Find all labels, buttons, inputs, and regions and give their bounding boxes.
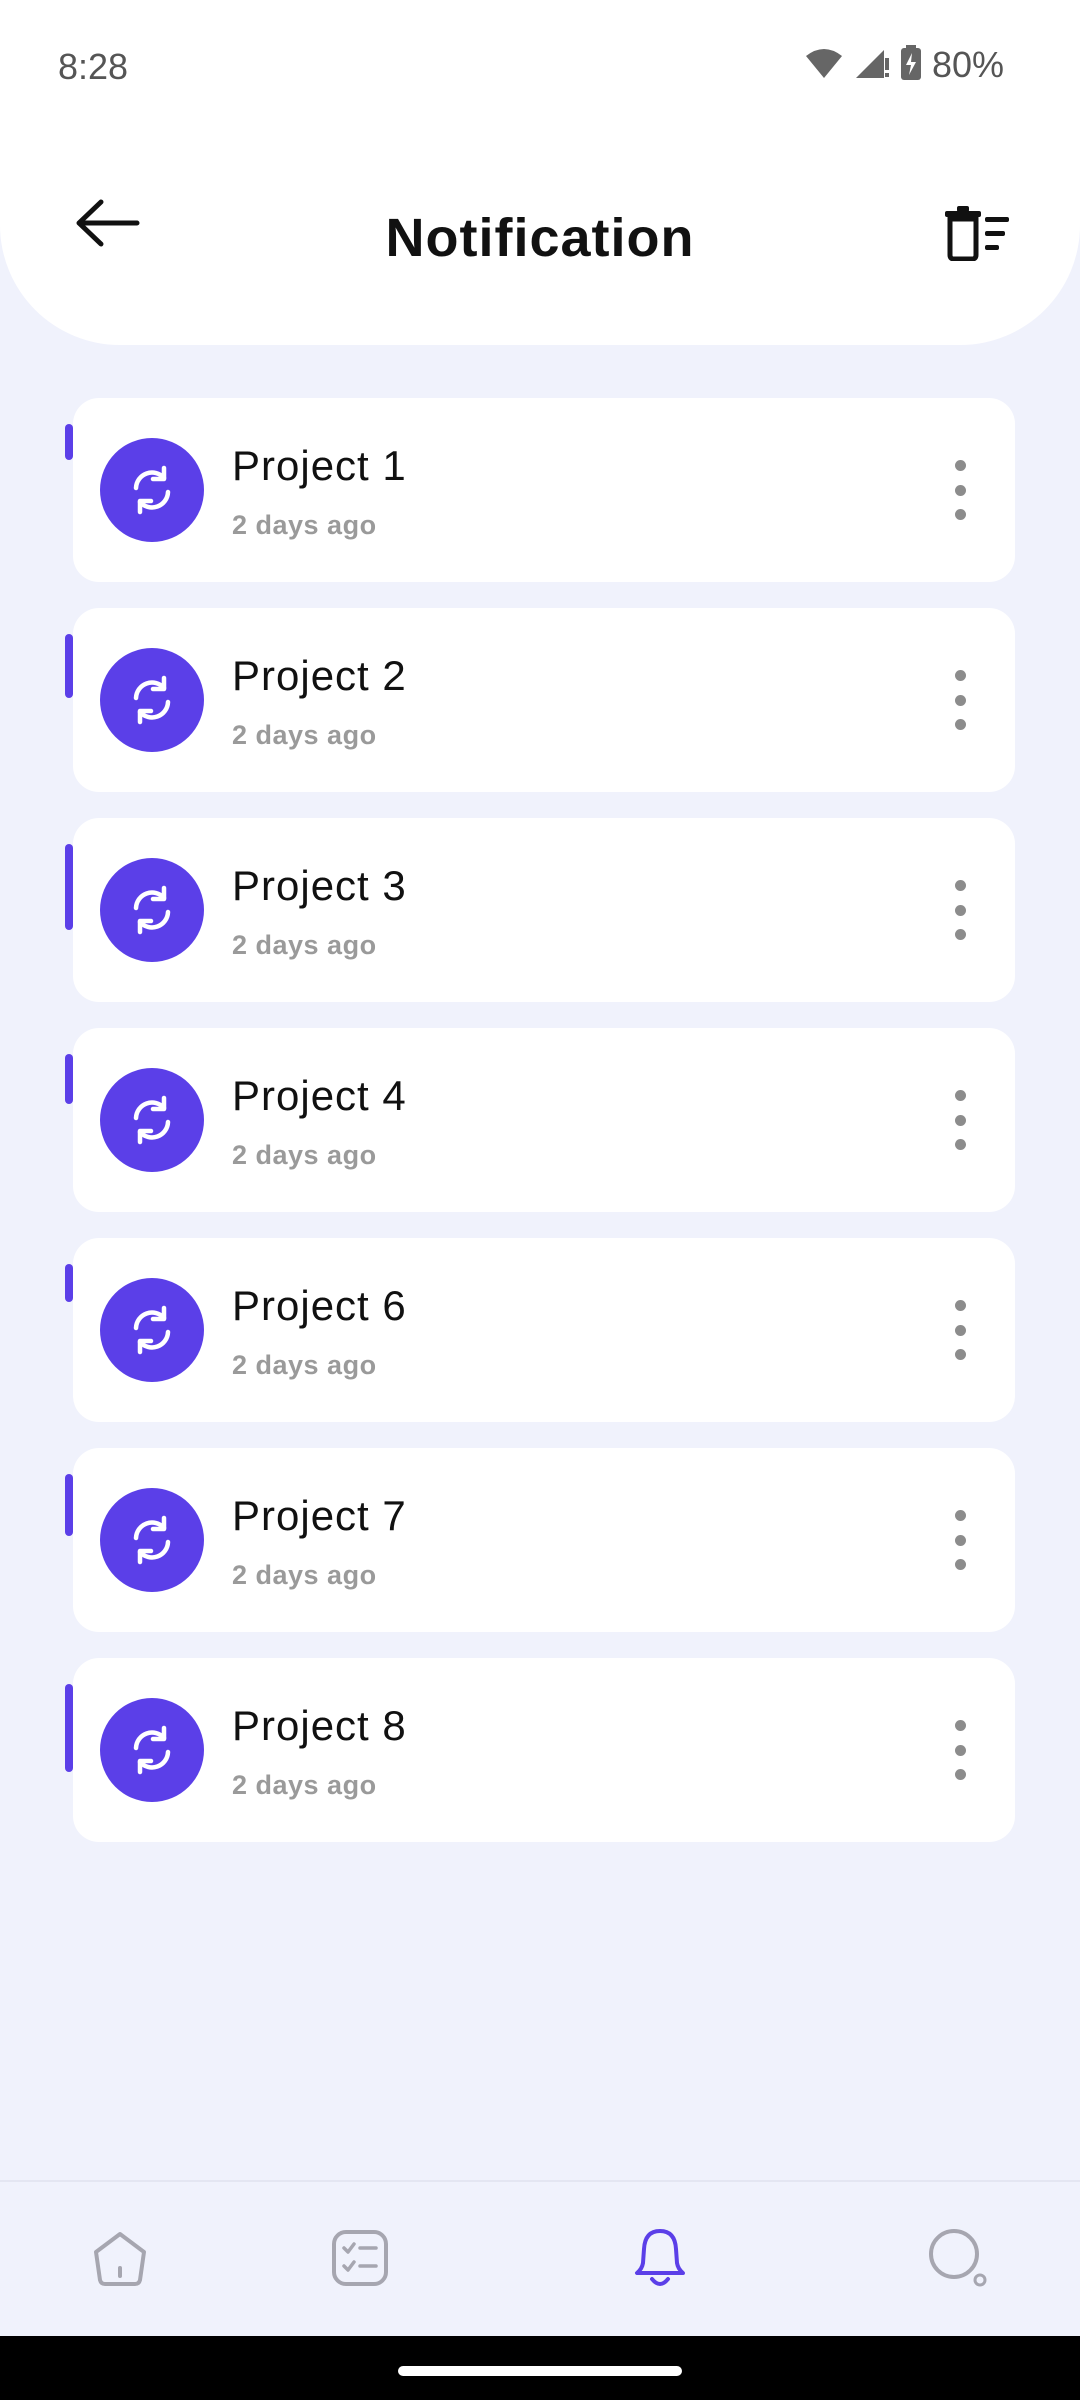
notification-title: Project 7 (232, 1492, 407, 1539)
bell-icon (633, 2227, 687, 2294)
notification-time: 2 days ago (232, 1560, 377, 1590)
app-header: Notification (0, 135, 1080, 345)
more-options-button[interactable] (945, 1720, 975, 1780)
notification-row: Project 1 2 days ago (0, 398, 1080, 608)
notification-time: 2 days ago (232, 720, 377, 750)
more-vert-dot (954, 1300, 966, 1311)
notification-row: Project 8 2 days ago (0, 1658, 1080, 1868)
unread-indicator (65, 1054, 73, 1104)
more-vert-dot (954, 929, 966, 940)
notification-title: Project 4 (232, 1072, 407, 1119)
unread-indicator (65, 1684, 73, 1772)
unread-indicator (65, 1474, 73, 1536)
nav-notifications[interactable] (620, 2222, 700, 2298)
notification-card[interactable]: Project 4 2 days ago (73, 1028, 1015, 1212)
sync-icon (100, 1488, 204, 1592)
more-vert-dot (954, 1559, 966, 1570)
status-icons: 80% (804, 44, 1004, 86)
more-vert-dot (954, 694, 966, 706)
sync-icon (100, 438, 204, 542)
sync-icon (100, 858, 204, 962)
more-options-button[interactable] (945, 670, 975, 730)
notification-time: 2 days ago (232, 930, 377, 960)
more-vert-dot (954, 670, 966, 681)
notification-time: 2 days ago (232, 1140, 377, 1170)
unread-indicator (65, 1264, 73, 1302)
notification-time: 2 days ago (232, 510, 377, 540)
sync-icon (100, 1698, 204, 1802)
more-vert-dot (954, 1090, 966, 1101)
notification-title: Project 1 (232, 442, 407, 489)
more-options-button[interactable] (945, 1090, 975, 1150)
more-options-button[interactable] (945, 1300, 975, 1360)
nav-search[interactable] (918, 2222, 998, 2298)
signal-icon (854, 46, 890, 85)
more-vert-dot (954, 460, 966, 471)
unread-indicator (65, 634, 73, 698)
more-options-button[interactable] (945, 460, 975, 520)
status-time: 8:28 (58, 46, 129, 87)
more-vert-dot (954, 1139, 966, 1150)
unread-indicator (65, 424, 73, 460)
wifi-icon (804, 46, 844, 85)
more-options-button[interactable] (945, 880, 975, 940)
notification-title: Project 2 (232, 652, 407, 699)
notification-card[interactable]: Project 1 2 days ago (73, 398, 1015, 582)
battery-percentage: 80% (931, 44, 1004, 85)
notification-title: Project 3 (232, 862, 407, 909)
notification-card[interactable]: Project 6 2 days ago (73, 1238, 1015, 1422)
notification-time: 2 days ago (232, 1350, 377, 1380)
more-vert-dot (954, 1720, 966, 1731)
battery-charging-icon (900, 44, 922, 86)
nav-home[interactable] (80, 2222, 160, 2298)
more-vert-dot (954, 1114, 966, 1126)
sync-icon (100, 648, 204, 752)
more-vert-dot (954, 1744, 966, 1756)
notification-row: Project 7 2 days ago (0, 1448, 1080, 1658)
clear-all-button[interactable] (938, 205, 1018, 265)
more-vert-dot (954, 509, 966, 520)
search-icon (927, 2227, 989, 2294)
notification-card[interactable]: Project 2 2 days ago (73, 608, 1015, 792)
notification-card[interactable]: Project 8 2 days ago (73, 1658, 1015, 1842)
notification-list: Project 1 2 days ago Project 2 2 days ag… (0, 398, 1080, 1868)
delete-list-icon (943, 205, 1013, 266)
page-title: Notification (385, 208, 695, 268)
tasks-icon (330, 2228, 390, 2293)
notification-time: 2 days ago (232, 1770, 377, 1800)
more-vert-dot (954, 1349, 966, 1360)
status-bar: 8:28 80% (0, 0, 1080, 135)
home-gesture-handle[interactable] (398, 2366, 682, 2376)
home-icon (90, 2228, 150, 2293)
notification-row: Project 3 2 days ago (0, 818, 1080, 1028)
more-vert-dot (954, 484, 966, 496)
notification-title: Project 8 (232, 1702, 407, 1749)
bottom-navigation (0, 2180, 1080, 2336)
notification-row: Project 2 2 days ago (0, 608, 1080, 818)
notification-row: Project 6 2 days ago (0, 1238, 1080, 1448)
notification-card[interactable]: Project 3 2 days ago (73, 818, 1015, 1002)
more-options-button[interactable] (945, 1510, 975, 1570)
notification-row: Project 4 2 days ago (0, 1028, 1080, 1238)
notification-card[interactable]: Project 7 2 days ago (73, 1448, 1015, 1632)
more-vert-dot (954, 1769, 966, 1780)
more-vert-dot (954, 1324, 966, 1336)
sync-icon (100, 1068, 204, 1172)
more-vert-dot (954, 1510, 966, 1521)
more-vert-dot (954, 880, 966, 891)
nav-tasks[interactable] (320, 2222, 400, 2298)
notification-title: Project 6 (232, 1282, 407, 1329)
more-vert-dot (954, 1534, 966, 1546)
system-gesture-bar (0, 2336, 1080, 2400)
sync-icon (100, 1278, 204, 1382)
more-vert-dot (954, 904, 966, 916)
more-vert-dot (954, 719, 966, 730)
unread-indicator (65, 844, 73, 930)
